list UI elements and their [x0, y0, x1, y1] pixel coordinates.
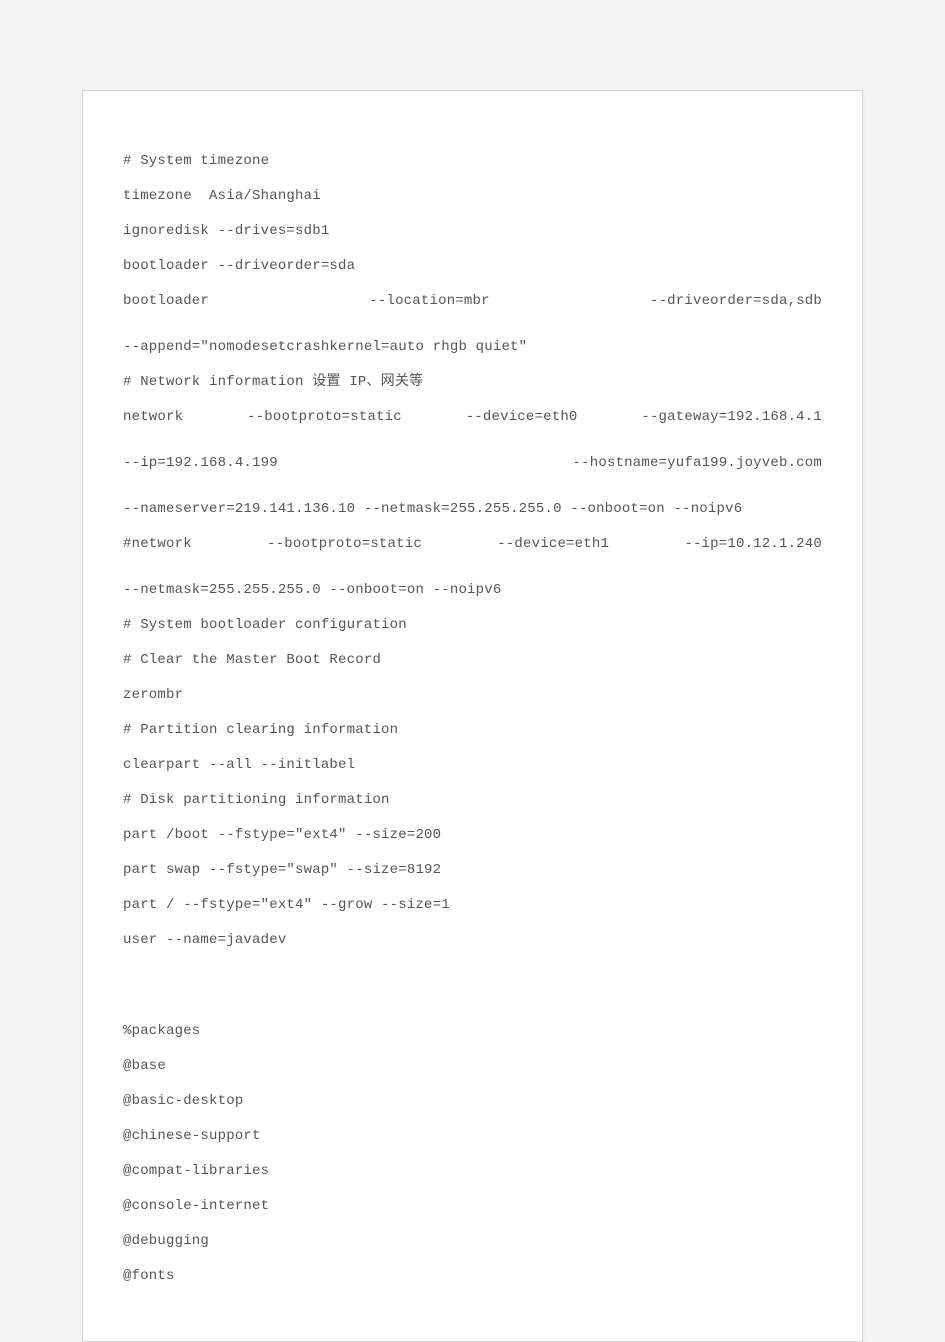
code-token: bootloader [123, 293, 209, 309]
code-line: #network --bootproto=static --device=eth… [123, 534, 822, 576]
code-token: --driveorder=sda,sdb [650, 293, 822, 309]
code-line: @compat-libraries [123, 1161, 822, 1182]
code-token: --device=eth0 [466, 409, 578, 425]
code-line: clearpart --all --initlabel [123, 755, 822, 776]
code-line: @chinese-support [123, 1126, 822, 1147]
code-token: --bootproto=static [247, 409, 402, 425]
code-token: --hostname=yufa199.joyveb.com [573, 455, 822, 471]
code-token: --location=mbr [369, 293, 489, 309]
code-line: @basic-desktop [123, 1091, 822, 1112]
code-line: @base [123, 1056, 822, 1077]
code-line: ignoredisk --drives=sdb1 [123, 221, 822, 242]
code-line: timezone Asia/Shanghai [123, 186, 822, 207]
code-line: # Clear the Master Boot Record [123, 650, 822, 671]
code-line: part swap --fstype="swap" --size=8192 [123, 860, 822, 881]
blank-line [123, 965, 822, 979]
blank-line [123, 993, 822, 1007]
code-line: # Disk partitioning information [123, 790, 822, 811]
code-line: # System bootloader configuration [123, 615, 822, 636]
code-token: --ip=10.12.1.240 [684, 536, 822, 552]
code-line: user --name=javadev [123, 930, 822, 951]
code-line: bootloader --driveorder=sda [123, 256, 822, 277]
code-line: # Network information 设置 IP、网关等 [123, 372, 822, 393]
code-line: --nameserver=219.141.136.10 --netmask=25… [123, 499, 822, 520]
code-line: zerombr [123, 685, 822, 706]
code-line: bootloader --location=mbr --driveorder=s… [123, 291, 822, 333]
code-token: --bootproto=static [267, 536, 422, 552]
code-line: --append="nomodesetcrashkernel=auto rhgb… [123, 337, 822, 358]
code-line: @debugging [123, 1231, 822, 1252]
code-token: #network [123, 536, 192, 552]
code-token: --gateway=192.168.4.1 [641, 409, 822, 425]
code-token: network [123, 409, 183, 425]
code-line: network --bootproto=static --device=eth0… [123, 407, 822, 449]
code-line: %packages [123, 1021, 822, 1042]
code-line: --netmask=255.255.255.0 --onboot=on --no… [123, 580, 822, 601]
code-line: part /boot --fstype="ext4" --size=200 [123, 825, 822, 846]
document-page: # System timezone timezone Asia/Shanghai i… [82, 90, 863, 1342]
code-token: --device=eth1 [497, 536, 609, 552]
code-line: part / --fstype="ext4" --grow --size=1 [123, 895, 822, 916]
code-line: # Partition clearing information [123, 720, 822, 741]
code-line: @console-internet [123, 1196, 822, 1217]
code-token: --ip=192.168.4.199 [123, 455, 278, 471]
code-line: --ip=192.168.4.199 --hostname=yufa199.jo… [123, 453, 822, 495]
code-line: @fonts [123, 1266, 822, 1287]
code-line: # System timezone [123, 151, 822, 172]
